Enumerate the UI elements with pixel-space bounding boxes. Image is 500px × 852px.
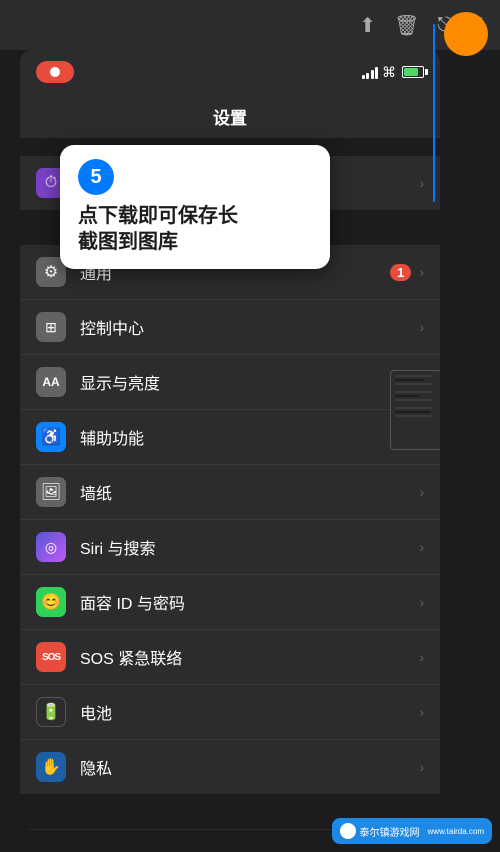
signal-bar-2 <box>366 73 369 79</box>
sos-icon: SOS <box>36 642 66 672</box>
watermark: 泰尔镇游戏网 www.tairda.com <box>332 818 492 844</box>
privacy-icon-glyph: ✋ <box>41 757 61 777</box>
signal-bars-icon <box>362 65 379 79</box>
list-item[interactable]: 🔋 电池 › <box>20 685 440 740</box>
screen-time-icon-glyph: ⏱ <box>45 174 57 192</box>
signal-bar-3 <box>371 70 374 79</box>
general-badge: 1 <box>390 264 411 281</box>
wallpaper-icon: 🖼 <box>36 477 66 507</box>
watermark-icon <box>340 823 356 839</box>
display-icon: AA <box>36 367 66 397</box>
display-label: 显示与亮度 <box>80 370 419 394</box>
connector-line <box>433 24 435 202</box>
signal-bar-1 <box>362 75 365 79</box>
list-item[interactable]: ◎ Siri 与搜索 › <box>20 520 440 575</box>
thumbnail-preview[interactable] <box>390 370 440 450</box>
list-item[interactable]: ♿ 辅助功能 › <box>20 410 440 465</box>
sos-label: SOS 紧急联络 <box>80 645 419 669</box>
page-title-text: 设置 <box>213 104 247 129</box>
chevron-icon: › <box>419 319 424 335</box>
battery-setting-icon: 🔋 <box>36 697 66 727</box>
chevron-icon: › <box>419 649 424 665</box>
status-bar: ⌘ <box>20 50 440 94</box>
callout-tooltip: 5 点下载即可保存长截图到图库 <box>60 145 330 269</box>
page-title: 设置 <box>20 94 440 138</box>
trash-icon[interactable]: 🗑 <box>394 13 419 38</box>
top-toolbar: ⬆ 🗑 ⎋ ⬇ <box>0 0 500 50</box>
wallpaper-icon-glyph: 🖼 <box>41 482 61 502</box>
watermark-site-name: 泰尔镇游戏网 <box>360 824 420 839</box>
wallpaper-label: 墙纸 <box>80 480 419 504</box>
accessibility-icon-glyph: ♿ <box>41 427 61 447</box>
share-icon[interactable]: ⬆ <box>359 13 376 38</box>
list-item[interactable]: SOS SOS 紧急联络 › <box>20 630 440 685</box>
callout-number: 5 <box>78 159 114 195</box>
wifi-icon: ⌘ <box>382 64 396 81</box>
list-item[interactable]: ✋ 隐私 › <box>20 740 440 794</box>
list-item[interactable]: AA 显示与亮度 › <box>20 355 440 410</box>
chevron-icon: › <box>419 484 424 500</box>
control-center-label: 控制中心 <box>80 315 419 339</box>
chevron-icon: › <box>419 759 424 775</box>
face-id-label: 面容 ID 与密码 <box>80 590 419 614</box>
accessibility-icon: ♿ <box>36 422 66 452</box>
battery-setting-icon-glyph: 🔋 <box>41 702 61 722</box>
recording-indicator <box>36 61 74 83</box>
face-id-icon-glyph: 😊 <box>41 592 61 612</box>
recording-dot-inner <box>50 67 60 77</box>
chevron-icon: › <box>419 175 424 191</box>
control-center-icon-glyph: ⊞ <box>45 319 57 336</box>
callout-text: 点下载即可保存长截图到图库 <box>78 203 312 255</box>
orange-circle-button[interactable] <box>444 12 488 56</box>
siri-icon-glyph: ◎ <box>45 539 57 556</box>
control-center-icon: ⊞ <box>36 312 66 342</box>
privacy-icon: ✋ <box>36 752 66 782</box>
chevron-icon: › <box>419 539 424 555</box>
battery-fill <box>404 68 418 76</box>
status-icons: ⌘ <box>362 64 425 81</box>
signal-bar-4 <box>375 67 378 79</box>
thumbnail-content <box>391 371 440 427</box>
list-item[interactable]: 😊 面容 ID 与密码 › <box>20 575 440 630</box>
chevron-icon: › <box>419 704 424 720</box>
battery-icon <box>402 66 424 78</box>
list-item[interactable]: ⊞ 控制中心 › <box>20 300 440 355</box>
siri-label: Siri 与搜索 <box>80 535 419 559</box>
list-item[interactable]: 🖼 墙纸 › <box>20 465 440 520</box>
siri-icon: ◎ <box>36 532 66 562</box>
general-icon-glyph: ⚙ <box>44 262 58 282</box>
watermark-url: www.tairda.com <box>428 827 484 836</box>
privacy-label: 隐私 <box>80 755 419 779</box>
chevron-icon: › <box>419 264 424 280</box>
accessibility-label: 辅助功能 <box>80 425 419 449</box>
chevron-icon: › <box>419 594 424 610</box>
face-id-icon: 😊 <box>36 587 66 617</box>
settings-group-general: ⚙ 通用 1 › ⊞ 控制中心 › AA 显示与亮度 › <box>20 245 440 794</box>
battery-label: 电池 <box>80 700 419 724</box>
